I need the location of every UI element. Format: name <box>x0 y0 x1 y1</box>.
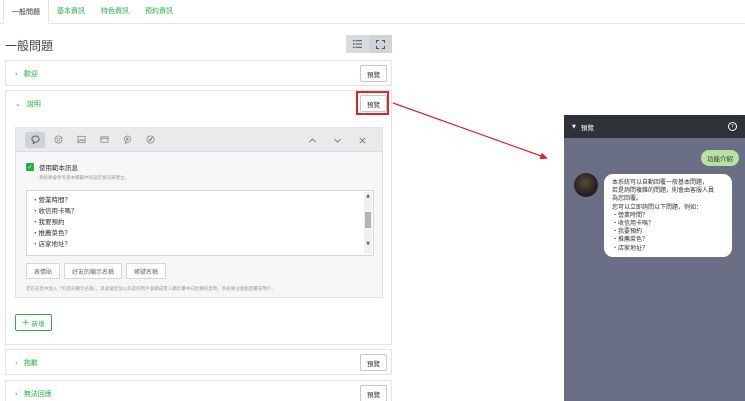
bot-avatar <box>574 173 598 197</box>
bot-message-line: 本系統可以自動回覆一般基本問題， <box>612 179 709 186</box>
bot-message-line: 為您回覆。 <box>612 195 643 203</box>
caret-down-icon: ▼ <box>572 123 576 130</box>
user-message-bubble: 功能介紹 <box>701 150 739 166</box>
chatbot-settings-page: 一般問題 基本資訊 特色資訊 預約資訊 一般問題 › 歡迎 預覽 ⌄ 說明 預覽 <box>0 0 745 401</box>
bot-message-line: ・推薦菜色？ <box>612 236 649 244</box>
bot-message-line: 您可以立即詢問以下問題，例如： <box>612 203 703 211</box>
bot-message-line: ・收信用卡嗎？ <box>612 220 655 228</box>
preview-panel-header[interactable]: ▼ 預覽 ? <box>564 115 745 138</box>
chat-preview-panel: ▼ 預覽 ? 功能介紹 本系統可以自動回覆一般基本問題， 若是詢問複雜的問題，則… <box>564 115 745 401</box>
bot-message-bubble: 本系統可以自動回覆一般基本問題， 若是詢問複雜的問題，則會由客服人員 為您回覆。… <box>604 174 732 257</box>
bot-message-line: ・店家地址？ <box>612 244 649 252</box>
preview-panel-title: 預覽 <box>580 123 594 132</box>
help-icon[interactable]: ? <box>728 122 737 131</box>
bot-message-line: ・營業時間？ <box>612 211 649 219</box>
